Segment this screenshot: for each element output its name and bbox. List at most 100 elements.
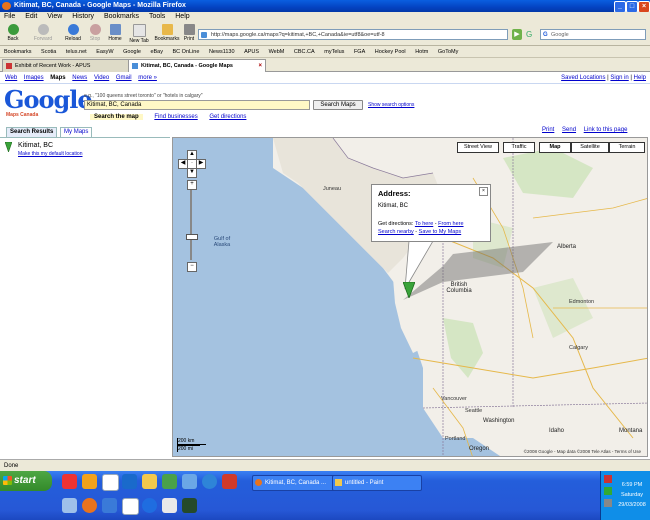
send-link[interactable]: Send bbox=[562, 127, 576, 133]
clock-time[interactable]: 6:59 PM bbox=[615, 482, 649, 488]
search-engine-icon[interactable]: G bbox=[526, 30, 536, 39]
app-icon[interactable] bbox=[162, 498, 177, 513]
map-canvas[interactable]: Street View Traffic Map Satellite Terrai… bbox=[172, 137, 648, 457]
print-link[interactable]: Print bbox=[542, 127, 554, 133]
bookmark-item[interactable]: GoToMy bbox=[438, 49, 458, 55]
terminal-icon[interactable] bbox=[182, 498, 197, 513]
bookmark-item[interactable]: FGA bbox=[354, 49, 365, 55]
acrobat-icon[interactable] bbox=[62, 474, 77, 489]
menu-help[interactable]: Help bbox=[175, 13, 189, 20]
map-view-button[interactable]: Map bbox=[539, 142, 571, 153]
notepad-icon[interactable] bbox=[102, 474, 119, 491]
bookmark-item[interactable]: eBay bbox=[150, 49, 163, 55]
default-location-link[interactable]: Make this my default location bbox=[18, 151, 82, 157]
street-view-button[interactable]: Street View bbox=[457, 142, 499, 153]
google-maps-logo[interactable]: Google Maps Canada bbox=[4, 88, 93, 120]
menu-edit[interactable]: Edit bbox=[25, 13, 37, 20]
nav-gmail-link[interactable]: Gmail bbox=[116, 75, 132, 81]
saved-locations-link[interactable]: Saved Locations bbox=[561, 75, 605, 81]
bookmark-item[interactable]: Hotm bbox=[415, 49, 428, 55]
media-icon[interactable] bbox=[222, 474, 237, 489]
tab-my-maps[interactable]: My Maps bbox=[60, 127, 93, 137]
bookmark-item[interactable]: Scotia bbox=[41, 49, 56, 55]
from-here-link[interactable]: From here bbox=[438, 221, 463, 227]
new-tab-button[interactable]: New Tab bbox=[126, 24, 152, 44]
tab-search-the-map[interactable]: Search the map bbox=[90, 114, 143, 120]
menu-bookmarks[interactable]: Bookmarks bbox=[104, 13, 139, 20]
document-icon[interactable] bbox=[122, 498, 139, 515]
close-tab-icon[interactable]: × bbox=[258, 60, 262, 72]
bookmark-item[interactable]: EasyW bbox=[96, 49, 113, 55]
search-maps-button[interactable]: Search Maps bbox=[313, 100, 363, 110]
firefox-quicklaunch-icon[interactable] bbox=[82, 498, 97, 513]
ie-icon[interactable] bbox=[142, 498, 157, 513]
menu-history[interactable]: History bbox=[72, 13, 94, 20]
stop-button[interactable]: Stop bbox=[84, 24, 106, 44]
menu-file[interactable]: File bbox=[4, 13, 15, 20]
pan-down-button[interactable]: ▼ bbox=[187, 168, 197, 178]
bookmark-item[interactable]: myTelus bbox=[324, 49, 344, 55]
tab-exhibit[interactable]: Exhibit of Recent Work - APUS × bbox=[2, 59, 140, 72]
bookmark-item[interactable]: BC OnLine bbox=[173, 49, 200, 55]
search-input[interactable]: G Google bbox=[540, 29, 646, 40]
result-title[interactable]: Kitimat, BC bbox=[18, 142, 53, 149]
url-bar[interactable]: http://maps.google.ca/maps?q=kitimat,+BC… bbox=[198, 29, 508, 40]
zoom-out-button[interactable]: − bbox=[187, 262, 197, 272]
pan-right-button[interactable]: ▶ bbox=[196, 159, 206, 169]
reload-button[interactable]: Reload bbox=[62, 24, 84, 44]
bookmark-item[interactable]: Hockey Pool bbox=[375, 49, 406, 55]
tray-icon[interactable] bbox=[604, 475, 612, 483]
link-to-page-link[interactable]: Link to this page bbox=[584, 127, 628, 133]
map-search-input[interactable]: Kitimat, BC, Canada bbox=[84, 100, 310, 110]
app-icon[interactable] bbox=[62, 498, 77, 513]
menu-tools[interactable]: Tools bbox=[149, 13, 165, 20]
zoom-slider-track[interactable] bbox=[190, 190, 192, 260]
zoom-in-button[interactable]: + bbox=[187, 180, 197, 190]
bookmarks-button[interactable]: Bookmarks bbox=[154, 24, 180, 44]
app-icon[interactable] bbox=[182, 474, 197, 489]
green-marker-icon[interactable] bbox=[5, 142, 12, 152]
tray-icon[interactable] bbox=[604, 487, 612, 495]
start-button[interactable]: start bbox=[0, 471, 52, 491]
show-search-options-link[interactable]: Show search options bbox=[368, 102, 414, 108]
bookmark-item[interactable]: CBC.CA bbox=[294, 49, 315, 55]
forward-button[interactable]: Forward bbox=[32, 24, 54, 44]
satellite-view-button[interactable]: Satellite bbox=[571, 142, 609, 153]
desktop-icon[interactable] bbox=[122, 474, 137, 489]
back-button[interactable]: Back bbox=[2, 24, 24, 44]
nav-web-link[interactable]: Web bbox=[5, 75, 17, 81]
bookmark-item[interactable]: News1130 bbox=[209, 49, 235, 55]
home-button[interactable]: Home bbox=[104, 24, 126, 44]
save-to-my-maps-link[interactable]: Save to My Maps bbox=[419, 229, 462, 235]
map-marker-icon[interactable] bbox=[403, 282, 415, 298]
zoom-slider-handle[interactable] bbox=[186, 234, 198, 240]
bookmark-item[interactable]: Bookmarks bbox=[4, 49, 32, 55]
bookmark-item[interactable]: WebM bbox=[269, 49, 285, 55]
print-button[interactable]: Print bbox=[178, 24, 200, 44]
folder-icon[interactable] bbox=[142, 474, 157, 489]
tab-search-results[interactable]: Search Results bbox=[6, 127, 58, 137]
search-nearby-link[interactable]: Search nearby bbox=[378, 229, 414, 235]
app-icon[interactable] bbox=[162, 474, 177, 489]
nav-more-link[interactable]: more » bbox=[138, 75, 157, 81]
task-firefox[interactable]: Kitimat, BC, Canada ... bbox=[252, 475, 342, 491]
task-paint[interactable]: untitled - Paint bbox=[332, 475, 422, 491]
firefox-quicklaunch-icon[interactable] bbox=[82, 474, 97, 489]
traffic-button[interactable]: Traffic bbox=[503, 142, 535, 153]
app-icon[interactable] bbox=[102, 498, 117, 513]
go-button[interactable]: ▶ bbox=[512, 29, 522, 40]
to-here-link[interactable]: To here bbox=[415, 221, 433, 227]
ie-icon[interactable] bbox=[202, 474, 217, 489]
sign-in-link[interactable]: Sign in bbox=[610, 75, 628, 81]
nav-video-link[interactable]: Video bbox=[94, 75, 109, 81]
bookmark-item[interactable]: Google bbox=[123, 49, 141, 55]
nav-images-link[interactable]: Images bbox=[24, 75, 44, 81]
bookmark-item[interactable]: APUS bbox=[244, 49, 259, 55]
nav-news-link[interactable]: News bbox=[72, 75, 87, 81]
close-info-window-icon[interactable]: × bbox=[479, 187, 488, 196]
terrain-view-button[interactable]: Terrain bbox=[609, 142, 645, 153]
tab-google-maps[interactable]: Kitimat, BC, Canada - Google Maps × bbox=[128, 59, 266, 72]
tab-get-directions[interactable]: Get directions bbox=[209, 114, 246, 120]
help-link[interactable]: Help bbox=[634, 75, 646, 81]
bookmark-item[interactable]: telus.net bbox=[66, 49, 87, 55]
